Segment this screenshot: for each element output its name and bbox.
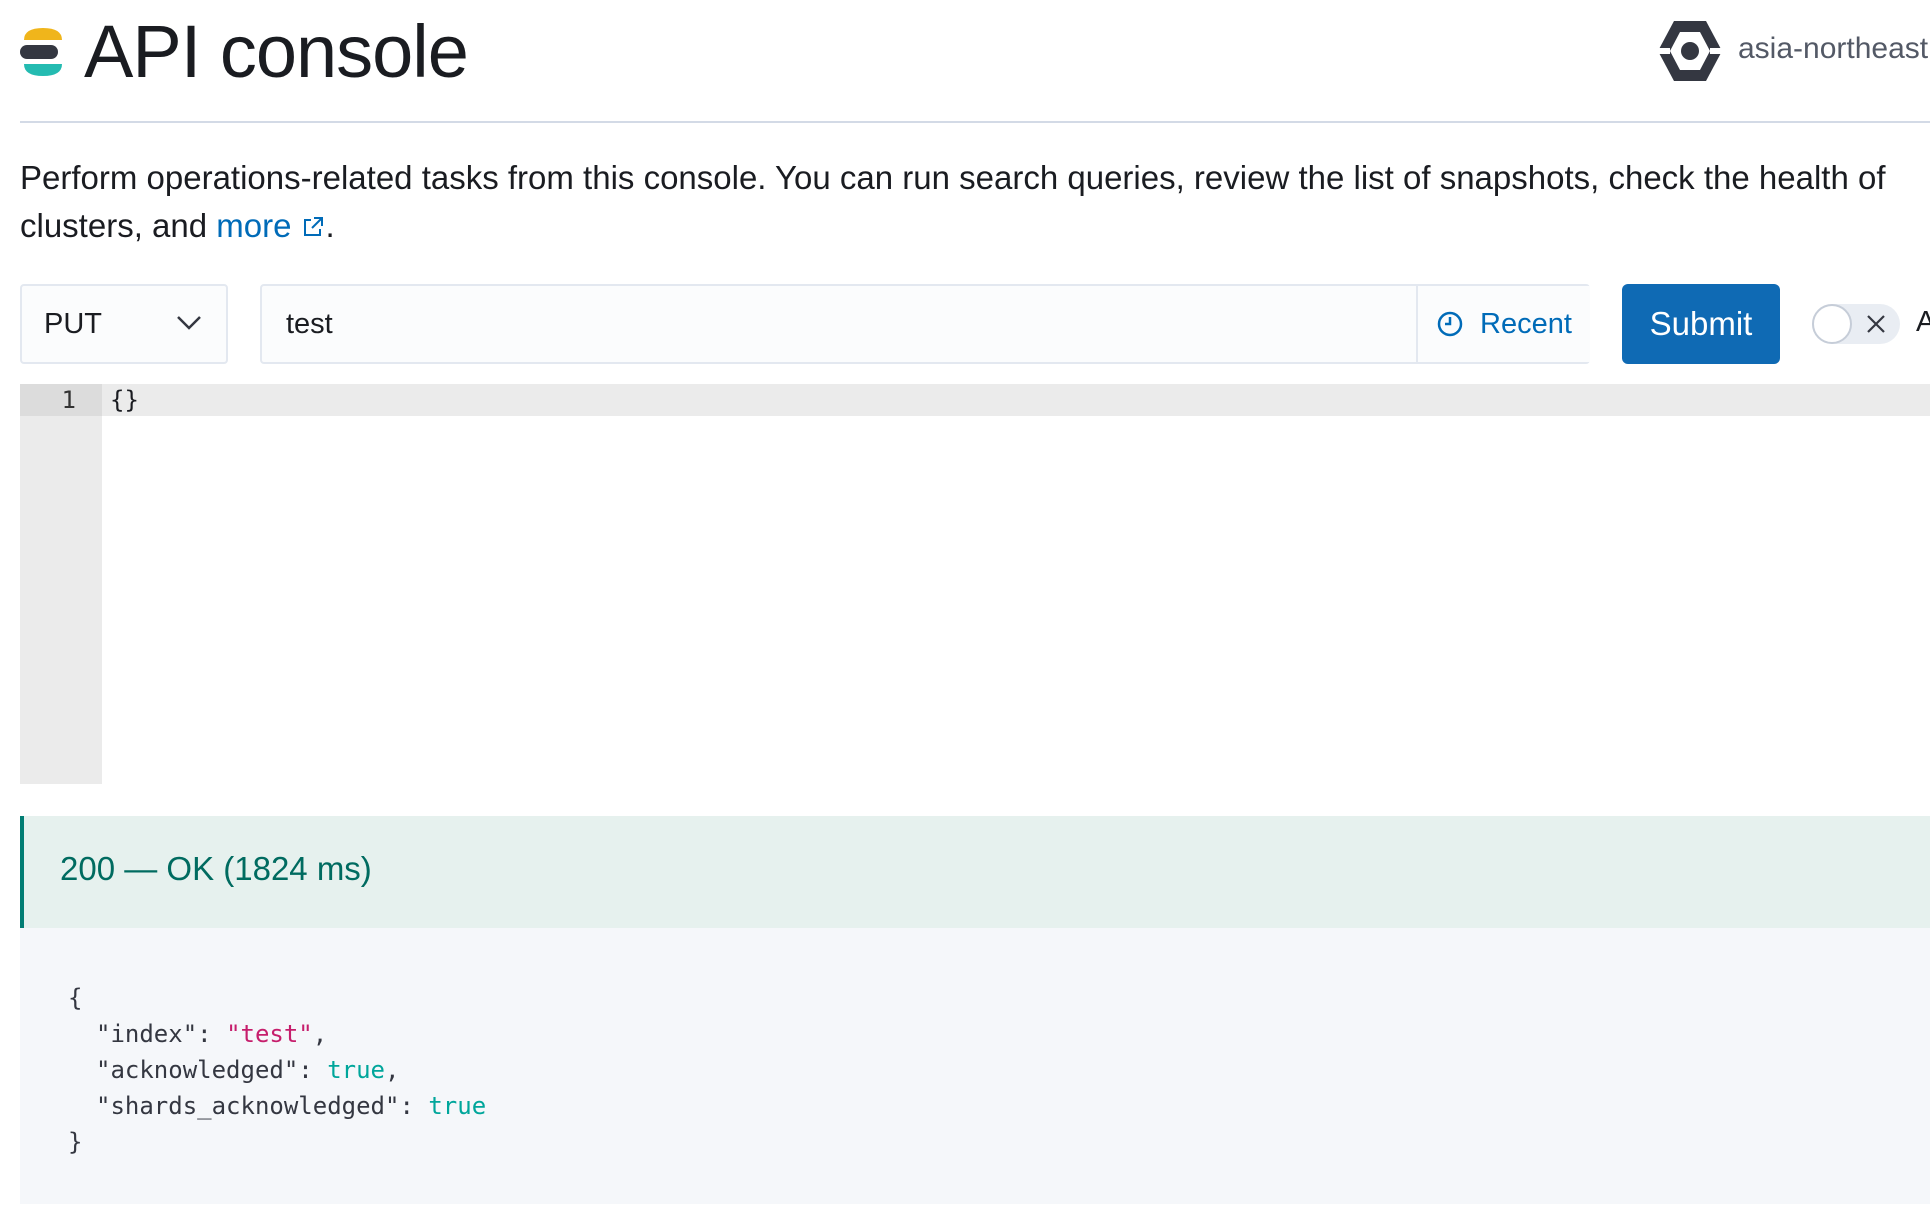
path-input-group: Recent — [260, 284, 1590, 364]
editor-gutter — [20, 384, 102, 784]
gcp-hexagon-icon — [1658, 21, 1722, 81]
json-trail: , — [312, 1020, 328, 1048]
response-status: 200 — OK (1824 ms) — [60, 850, 372, 887]
page-title: API console — [84, 10, 469, 93]
clock-icon — [1437, 311, 1463, 337]
elastic-logo-icon — [20, 28, 62, 76]
response-status-callout: 200 — OK (1824 ms) — [20, 816, 1930, 928]
request-body-editor[interactable]: 1 {} — [20, 384, 1930, 784]
description-line-2-prefix: clusters, and — [20, 207, 217, 244]
json-close-brace: } — [68, 1128, 83, 1156]
method-select[interactable]: PUT — [20, 284, 228, 364]
submit-button[interactable]: Submit — [1622, 284, 1780, 364]
json-value-string: "test" — [226, 1020, 313, 1048]
json-field-index: "index": "test", — [96, 1020, 328, 1048]
json-key: "index" — [96, 1020, 198, 1048]
json-value-bool: true — [428, 1092, 487, 1120]
code-line: {} — [110, 386, 139, 414]
chevron-down-icon — [177, 316, 201, 330]
api-console-page: API console asia-northeast Perform opera… — [0, 0, 1930, 1218]
more-link-label: more — [216, 207, 292, 244]
json-field-shards-acknowledged: "shards_acknowledged": true — [96, 1092, 487, 1120]
path-input[interactable] — [262, 286, 1416, 362]
json-field-acknowledged: "acknowledged": true, — [96, 1056, 400, 1084]
description-line-2: clusters, and more. — [20, 202, 1930, 250]
json-open-brace: { — [68, 984, 83, 1012]
json-key: "shards_acknowledged" — [96, 1092, 400, 1120]
recent-button-label: Recent — [1480, 307, 1572, 340]
recent-button[interactable]: Recent — [1416, 286, 1590, 362]
editor-active-line — [20, 384, 1930, 416]
close-icon — [1867, 315, 1885, 333]
header-divider — [20, 121, 1930, 123]
description-line-2-suffix: . — [325, 207, 335, 244]
description-line-1: Perform operations-related tasks from th… — [20, 159, 1886, 196]
response-body: { "index": "test", "acknowledged": true,… — [20, 928, 1930, 1204]
toggle-switch[interactable] — [1812, 304, 1900, 344]
toggle-label: A — [1916, 306, 1930, 338]
json-trail: , — [385, 1056, 400, 1084]
json-key: "acknowledged" — [96, 1056, 299, 1084]
page-description: Perform operations-related tasks from th… — [20, 154, 1930, 250]
line-number: 1 — [61, 386, 76, 414]
method-select-value: PUT — [44, 307, 102, 340]
region-label: asia-northeast — [1738, 32, 1929, 65]
json-value-bool: true — [327, 1056, 385, 1084]
external-link-icon — [304, 217, 324, 236]
more-link[interactable]: more — [216, 207, 325, 244]
toggle-knob — [1812, 304, 1852, 344]
